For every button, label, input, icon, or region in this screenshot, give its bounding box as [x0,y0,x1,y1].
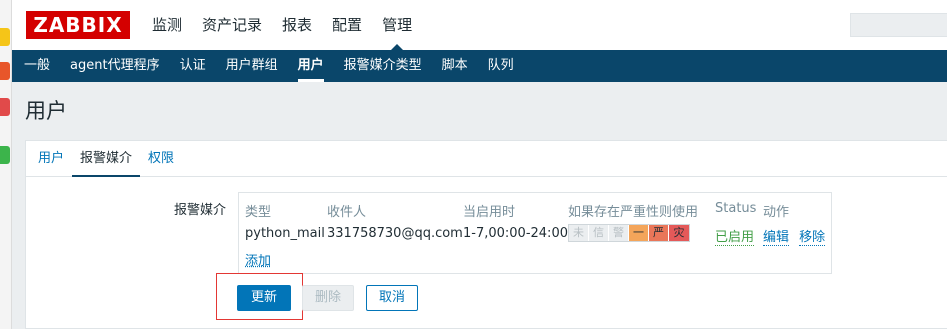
zabbix-logo[interactable]: ZABBIX [26,11,130,39]
main-nav-configuration[interactable]: 配置 [322,0,372,50]
top-header: ZABBIX 监测 资产记录 报表 配置 管理 [12,0,947,50]
cancel-button[interactable]: 取消 [366,285,418,311]
main-nav-inventory[interactable]: 资产记录 [192,0,272,50]
severity-information: 信 [589,225,609,241]
app-icon[interactable] [0,62,10,80]
tab-media[interactable]: 报警媒介 [72,141,141,177]
column-header-type: 类型 [245,205,272,220]
column-header-severity: 如果存在严重性则使用 [568,205,699,220]
column-header-send-to: 收件人 [327,205,367,220]
tab-user[interactable]: 用户 [30,141,72,176]
app-icon[interactable] [0,146,10,164]
media-when-active-cell: 1-7,00:00-24:00 [463,226,568,241]
app-icon[interactable] [0,98,10,116]
remove-media-link[interactable]: 移除 [799,230,826,246]
media-send-to-cell: 331758730@qq.com [327,226,463,241]
main-nav: 监测 资产记录 报表 配置 管理 [142,0,422,50]
search-input[interactable] [850,13,947,37]
form-tabs: 用户 报警媒介 权限 [26,141,947,177]
tab-permissions[interactable]: 权限 [140,141,182,176]
column-header-when-active: 当启用时 [463,205,516,220]
sub-nav-scripts[interactable]: 脚本 [432,50,478,82]
column-header-action: 动作 [763,205,790,220]
severity-not-classified: 未 [569,225,589,241]
column-header-status: Status [715,201,757,216]
sub-nav-proxies[interactable]: agent代理程序 [60,50,170,82]
severity-indicator: 未 信 警 一 严 灾 [568,224,690,242]
media-field-label: 报警媒介 [174,203,227,218]
edit-media-link[interactable]: 编辑 [763,230,790,246]
star-icon[interactable] [0,28,10,46]
severity-high: 严 [649,225,669,241]
main-nav-monitoring[interactable]: 监测 [142,0,192,50]
media-table: 类型 收件人 当启用时 如果存在严重性则使用 Status 动作 python_… [238,192,832,274]
severity-warning: 警 [609,225,629,241]
sub-nav-user-groups[interactable]: 用户群组 [216,50,288,82]
add-media-link[interactable]: 添加 [245,250,271,269]
media-type-cell: python_mail [245,226,325,241]
user-form-container: 用户 报警媒介 权限 报警媒介 类型 收件人 当启用时 如果存在严重性则使用 S… [25,140,947,329]
browser-sidebar-strip [0,0,12,329]
media-status-link[interactable]: 已启用 [715,230,755,246]
main-nav-reports[interactable]: 报表 [272,0,322,50]
severity-disaster: 灾 [669,225,689,241]
delete-button[interactable]: 删除 [302,285,354,311]
main-nav-administration[interactable]: 管理 [372,0,422,50]
page-title: 用户 [25,99,67,123]
sub-nav-general[interactable]: 一般 [14,50,60,82]
sub-nav-authentication[interactable]: 认证 [170,50,216,82]
sub-nav-users[interactable]: 用户 [288,50,334,82]
sub-nav-queue[interactable]: 队列 [478,50,524,82]
sub-nav-media-types[interactable]: 报警媒介类型 [334,50,432,82]
sub-nav: 一般 agent代理程序 认证 用户群组 用户 报警媒介类型 脚本 队列 [12,50,947,82]
severity-average: 一 [629,225,649,241]
update-button[interactable]: 更新 [237,285,291,311]
